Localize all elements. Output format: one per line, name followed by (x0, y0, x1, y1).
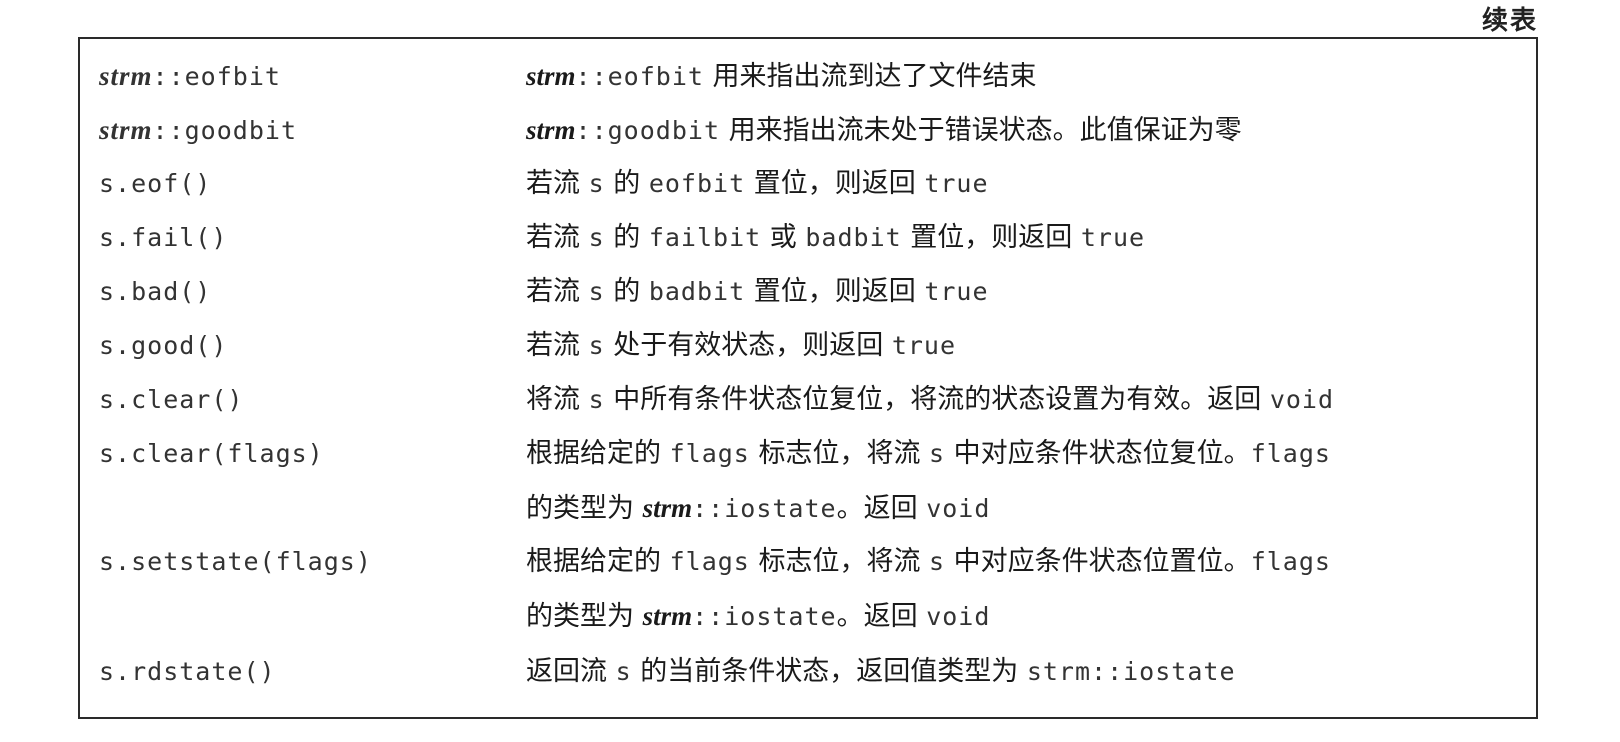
operation-cell: strm::eofbit (99, 49, 281, 104)
description-text: 返回流 (526, 656, 616, 687)
description-text: 若流 (526, 168, 589, 199)
description-cell: 根据给定的 flags 标志位，将流 s 中对应条件状态位置位。flags 的类型… (526, 535, 1526, 644)
description-text: 置位，则返回 (745, 168, 925, 199)
code-token: s (615, 657, 632, 686)
description-cell: strm::eofbit 用来指出流到达了文件结束 (526, 49, 1526, 104)
operation-cell: s.eof() (99, 169, 212, 198)
code-token: void (926, 494, 991, 523)
code-token: true (924, 169, 989, 198)
description-text: 根据给定的 (526, 546, 670, 577)
code-token: strm::iostate (1026, 657, 1236, 686)
description-text: 处于有效状态，则返回 (604, 330, 892, 361)
italic-token: strm (642, 493, 693, 523)
description-cell: 将流 s 中所有条件状态位复位，将流的状态设置为有效。返回 void (526, 373, 1526, 427)
description-cell: 若流 s 的 failbit 或 badbit 置位，则返回 true (526, 211, 1526, 265)
description-cell: 若流 s 的 badbit 置位，则返回 true (526, 265, 1526, 319)
code-token: ::goodbit (575, 116, 720, 145)
code-token: s (929, 439, 946, 468)
code-token: true (891, 331, 957, 360)
code-token: ::iostate (692, 602, 837, 631)
description-text: 置位，则返回 (745, 276, 925, 307)
code-token: badbit (805, 223, 902, 252)
description-text: 若流 (526, 276, 589, 307)
operation-cell: s.clear(flags) (99, 439, 324, 468)
description-text: 。返回 (836, 601, 927, 632)
description-text: 置位，则返回 (901, 222, 1081, 253)
code-token: badbit (648, 277, 746, 306)
code-token: flags (1250, 547, 1331, 576)
code-token: void (926, 602, 991, 631)
code-token: true (1080, 223, 1146, 252)
description-cell: 返回流 s 的当前条件状态，返回值类型为 strm::iostate (526, 645, 1526, 699)
description-text: 将流 (526, 384, 589, 415)
italic-token: strm (642, 601, 693, 631)
code-token: s (929, 547, 946, 576)
operation-cell: s.fail() (99, 223, 228, 252)
op-code: ::goodbit (152, 116, 297, 145)
description-text: 或 (761, 222, 806, 253)
code-token: s (588, 331, 605, 360)
description-text: 。返回 (836, 493, 927, 524)
description-cell: 若流 s 的 eofbit 置位，则返回 true (526, 157, 1526, 211)
description-text: 若流 (526, 330, 589, 361)
code-token: ::iostate (692, 494, 837, 523)
op-italic: strm (99, 61, 153, 91)
code-token: failbit (648, 223, 762, 252)
description-text: 的 (604, 222, 649, 253)
operation-cell: s.rdstate() (99, 657, 276, 686)
description-text: 中对应条件状态位复位。 (945, 438, 1251, 469)
description-cell: strm::goodbit 用来指出流未处于错误状态。此值保证为零 (526, 103, 1526, 158)
code-token: void (1269, 385, 1335, 414)
code-token: flags (1250, 439, 1331, 468)
code-token: s (588, 169, 605, 198)
code-token: s (588, 223, 605, 252)
italic-token: strm (526, 61, 576, 91)
description-text: 中对应条件状态位置位。 (945, 546, 1251, 577)
description-text: 标志位，将流 (749, 438, 930, 469)
code-token: s (588, 385, 605, 414)
code-token: flags (669, 547, 750, 576)
description-text: 中所有条件状态位复位，将流的状态设置为有效。返回 (604, 384, 1270, 415)
description-text: 的 (604, 168, 649, 199)
description-text: 的当前条件状态，返回值类型为 (631, 656, 1027, 687)
description-text: 用来指出流到达了文件结束 (703, 61, 1037, 92)
op-italic: strm (99, 115, 153, 145)
description-text: 若流 (526, 222, 589, 253)
description-text: 的类型为 (526, 601, 643, 632)
description-text: 根据给定的 (526, 438, 670, 469)
description-text: 用来指出流未处于错误状态。此值保证为零 (720, 115, 1242, 146)
op-code: ::eofbit (152, 62, 281, 91)
code-token: s (588, 277, 605, 306)
code-token: true (924, 277, 989, 306)
code-token: eofbit (648, 169, 746, 198)
operation-cell: s.setstate(flags) (99, 547, 372, 576)
operation-cell: s.bad() (99, 277, 212, 306)
operation-cell: s.good() (99, 331, 228, 360)
code-token: ::eofbit (575, 62, 704, 91)
description-cell: 根据给定的 flags 标志位，将流 s 中对应条件状态位复位。flags 的类型… (526, 427, 1526, 536)
code-token: flags (669, 439, 750, 468)
italic-token: strm (526, 115, 576, 145)
description-cell: 若流 s 处于有效状态，则返回 true (526, 319, 1526, 373)
description-text: 的 (604, 276, 649, 307)
stream-state-table: strm::eofbit strm::eofbit 用来指出流到达了文件结束 s… (78, 37, 1538, 719)
description-text: 标志位，将流 (749, 546, 930, 577)
description-text: 的类型为 (526, 493, 643, 524)
operation-cell: s.clear() (99, 385, 244, 414)
operation-cell: strm::goodbit (99, 103, 297, 158)
continued-label: 续表 (1481, 6, 1538, 36)
